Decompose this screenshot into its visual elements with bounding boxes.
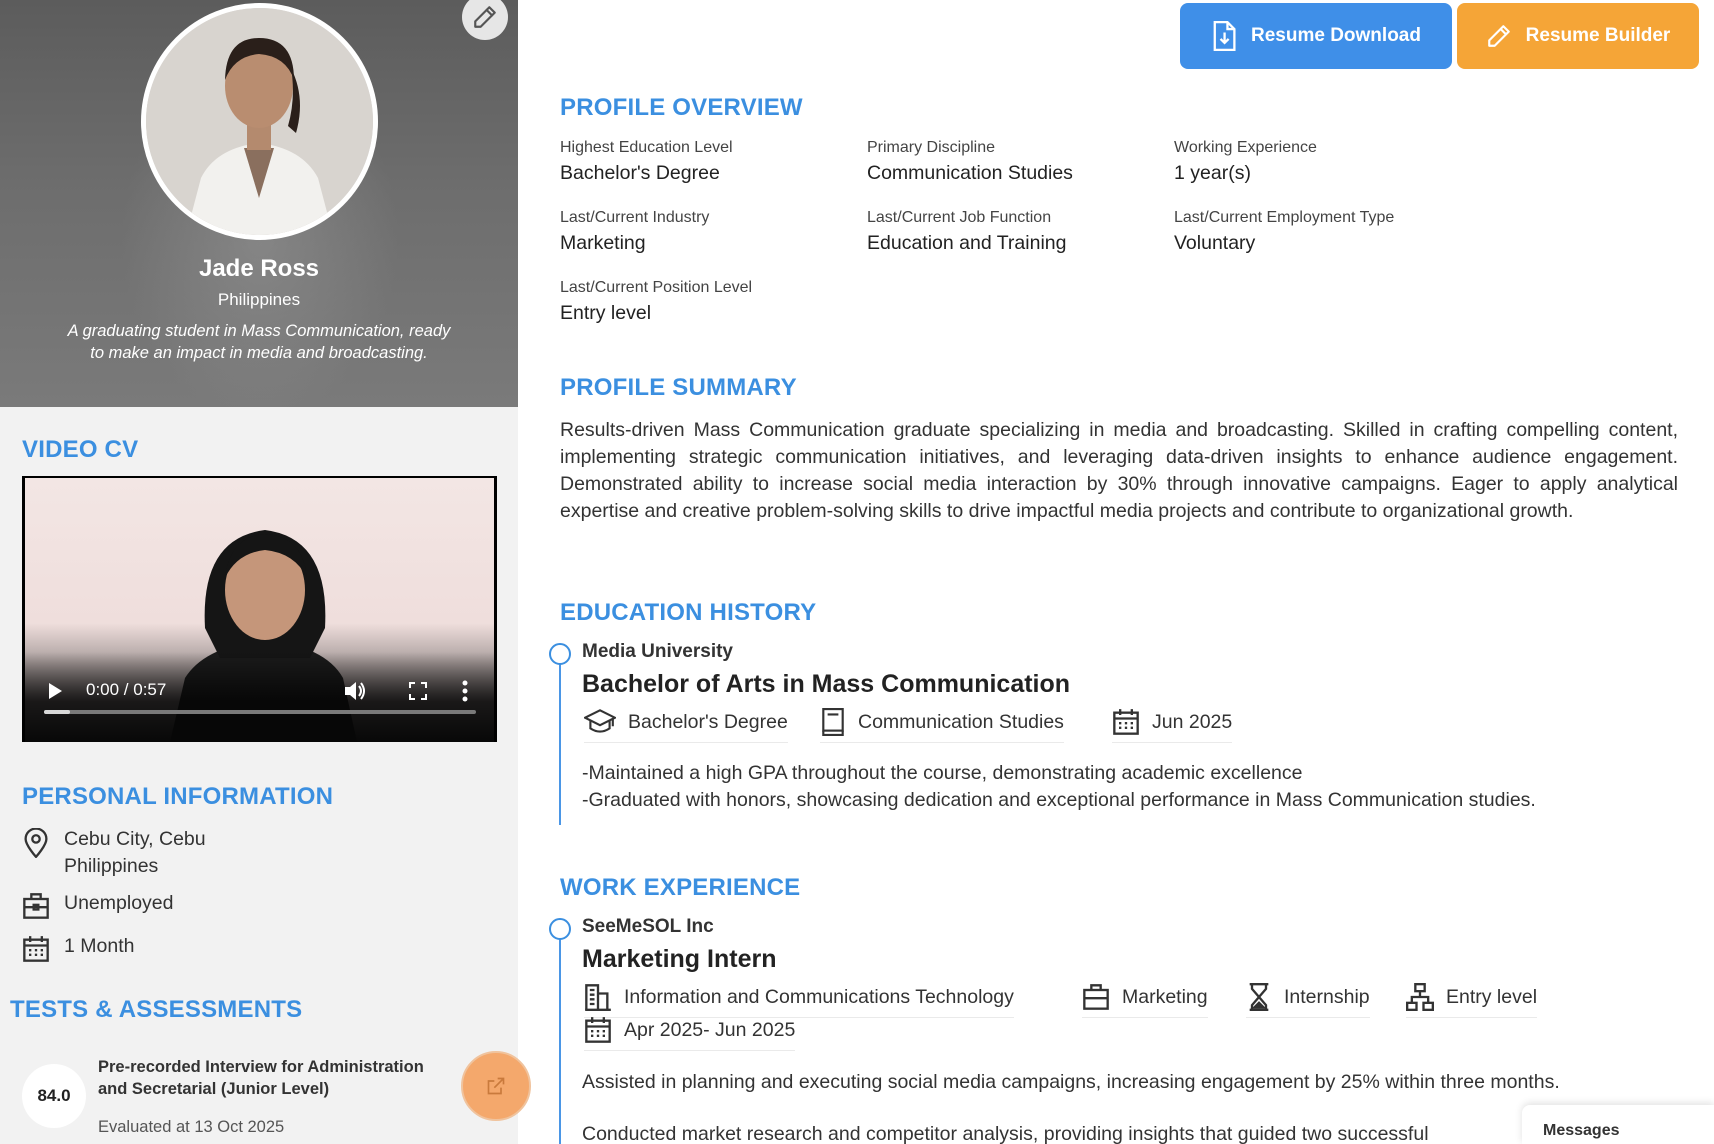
work-company: SeeMeSOL Inc xyxy=(582,916,714,937)
book-icon xyxy=(822,708,844,736)
building-icon xyxy=(585,984,611,1011)
overview-value: Education and Training xyxy=(867,232,1067,254)
volume-icon[interactable] xyxy=(343,680,367,702)
overview-label: Highest Education Level xyxy=(560,139,733,156)
messages-label: Messages xyxy=(1543,1122,1620,1139)
left-column: Jade Ross Philippines A graduating stude… xyxy=(0,0,518,1144)
overview-value: Marketing xyxy=(560,232,646,254)
test-name: Pre-recorded Interview for Administratio… xyxy=(98,1058,424,1098)
overview-label: Primary Discipline xyxy=(867,139,996,156)
video-progress-fill xyxy=(44,710,70,714)
overview-value: 1 year(s) xyxy=(1174,162,1251,184)
overview-value: Communication Studies xyxy=(867,162,1073,184)
video-player[interactable]: 0:00 / 0:57 xyxy=(22,476,497,742)
education-graduation-label: Jun 2025 xyxy=(1152,710,1233,733)
play-icon[interactable] xyxy=(46,682,64,700)
education-timeline-dot xyxy=(549,643,571,665)
hierarchy-icon xyxy=(1406,983,1434,1011)
profile-summary-text: Results-driven Mass Communication gradua… xyxy=(560,419,1678,522)
overview-label: Last/Current Industry xyxy=(560,209,710,226)
calendar-icon xyxy=(1113,709,1139,735)
briefcase-icon xyxy=(1083,984,1109,1010)
work-description-1: Assisted in planning and executing socia… xyxy=(582,1071,1560,1093)
education-school: Media University xyxy=(582,641,733,662)
availability-row: 1 Month xyxy=(22,933,134,963)
messages-panel-tab[interactable]: Messages xyxy=(1522,1105,1714,1144)
calendar-icon xyxy=(23,936,49,962)
location-country: Philippines xyxy=(64,855,159,877)
education-history-title: EDUCATION HISTORY xyxy=(560,599,817,626)
more-options-icon[interactable] xyxy=(462,680,468,702)
education-discipline: Communication Studies xyxy=(820,708,1064,743)
resume-builder-label: Resume Builder xyxy=(1525,25,1671,46)
work-period: Apr 2025- Jun 2025 xyxy=(584,1016,796,1051)
video-progress-bar[interactable] xyxy=(44,710,476,714)
work-title: Marketing Intern xyxy=(582,945,777,973)
overview-label: Last/Current Employment Type xyxy=(1174,209,1395,226)
education-graduation: Jun 2025 xyxy=(1112,708,1233,743)
work-timeline-line xyxy=(559,939,561,1144)
work-type: Internship xyxy=(1246,983,1370,1018)
overview-label: Last/Current Position Level xyxy=(560,279,753,296)
work-description-2: Conducted market research and competitor… xyxy=(582,1123,1429,1144)
work-type-label: Internship xyxy=(1284,985,1370,1008)
location-row: Cebu City, Cebu Philippines xyxy=(22,826,206,880)
education-timeline-line xyxy=(559,664,561,825)
overview-label: Working Experience xyxy=(1174,139,1317,156)
education-description-2: -Graduated with honors, showcasing dedic… xyxy=(582,789,1536,811)
work-experience-title: WORK EXPERIENCE xyxy=(560,874,801,901)
external-link-icon xyxy=(487,1077,505,1095)
profile-bio: A graduating student in Mass Communicati… xyxy=(67,322,451,362)
resume-builder-button[interactable]: Resume Builder xyxy=(1457,3,1699,69)
video-cv-title: VIDEO CV xyxy=(22,436,139,463)
tests-assessments-title: TESTS & ASSESSMENTS xyxy=(10,996,303,1023)
work-level: Entry level xyxy=(1406,983,1538,1018)
education-discipline-label: Communication Studies xyxy=(858,710,1064,733)
profile-name: Jade Ross xyxy=(198,255,320,282)
location-city: Cebu City, Cebu xyxy=(64,828,206,850)
availability: 1 Month xyxy=(64,935,135,957)
profile-summary-title: PROFILE SUMMARY xyxy=(560,374,797,401)
education-description-1: -Maintained a high GPA throughout the co… xyxy=(582,762,1303,784)
education-level: Bachelor's Degree xyxy=(584,708,788,743)
open-test-button[interactable] xyxy=(461,1051,531,1121)
calendar-icon xyxy=(585,1017,611,1043)
test-evaluated-date: Evaluated at 13 Oct 2025 xyxy=(98,1118,285,1136)
work-industry-label: Information and Communications Technolog… xyxy=(624,985,1014,1008)
work-industry: Information and Communications Technolog… xyxy=(584,983,1014,1018)
fullscreen-icon[interactable] xyxy=(409,682,427,700)
briefcase-icon xyxy=(23,893,49,919)
overview-value: Voluntary xyxy=(1174,232,1256,254)
profile-overview-title: PROFILE OVERVIEW xyxy=(560,94,803,121)
profile-header: Jade Ross Philippines A graduating stude… xyxy=(0,0,518,407)
work-timeline-dot xyxy=(549,918,571,940)
employment-status: Unemployed xyxy=(64,892,174,914)
test-card: 84.0 Pre-recorded Interview for Administ… xyxy=(0,1050,518,1144)
work-function: Marketing xyxy=(1082,983,1208,1018)
overview-label: Last/Current Job Function xyxy=(867,209,1052,226)
resume-download-button[interactable]: Resume Download xyxy=(1180,3,1452,69)
overview-value: Entry level xyxy=(560,302,652,324)
overview-value: Bachelor's Degree xyxy=(560,162,720,184)
download-file-icon xyxy=(1213,21,1236,51)
video-time: 0:00 / 0:57 xyxy=(86,680,167,699)
employment-status-row: Unemployed xyxy=(22,890,173,920)
profile-country: Philippines xyxy=(217,290,301,309)
work-function-label: Marketing xyxy=(1122,985,1208,1008)
education-degree: Bachelor of Arts in Mass Communication xyxy=(582,670,1071,698)
avatar xyxy=(141,3,378,240)
resume-download-label: Resume Download xyxy=(1251,25,1421,46)
hourglass-icon xyxy=(1249,983,1269,1011)
location-pin-icon xyxy=(24,828,48,858)
graduation-cap-icon xyxy=(584,709,616,733)
pencil-icon xyxy=(1487,25,1510,47)
pencil-icon xyxy=(474,6,496,28)
personal-information-title: PERSONAL INFORMATION xyxy=(22,783,334,810)
work-period-label: Apr 2025- Jun 2025 xyxy=(624,1018,796,1041)
education-level-label: Bachelor's Degree xyxy=(628,710,788,733)
test-score: 84.0 xyxy=(22,1064,86,1128)
work-level-label: Entry level xyxy=(1446,985,1538,1008)
